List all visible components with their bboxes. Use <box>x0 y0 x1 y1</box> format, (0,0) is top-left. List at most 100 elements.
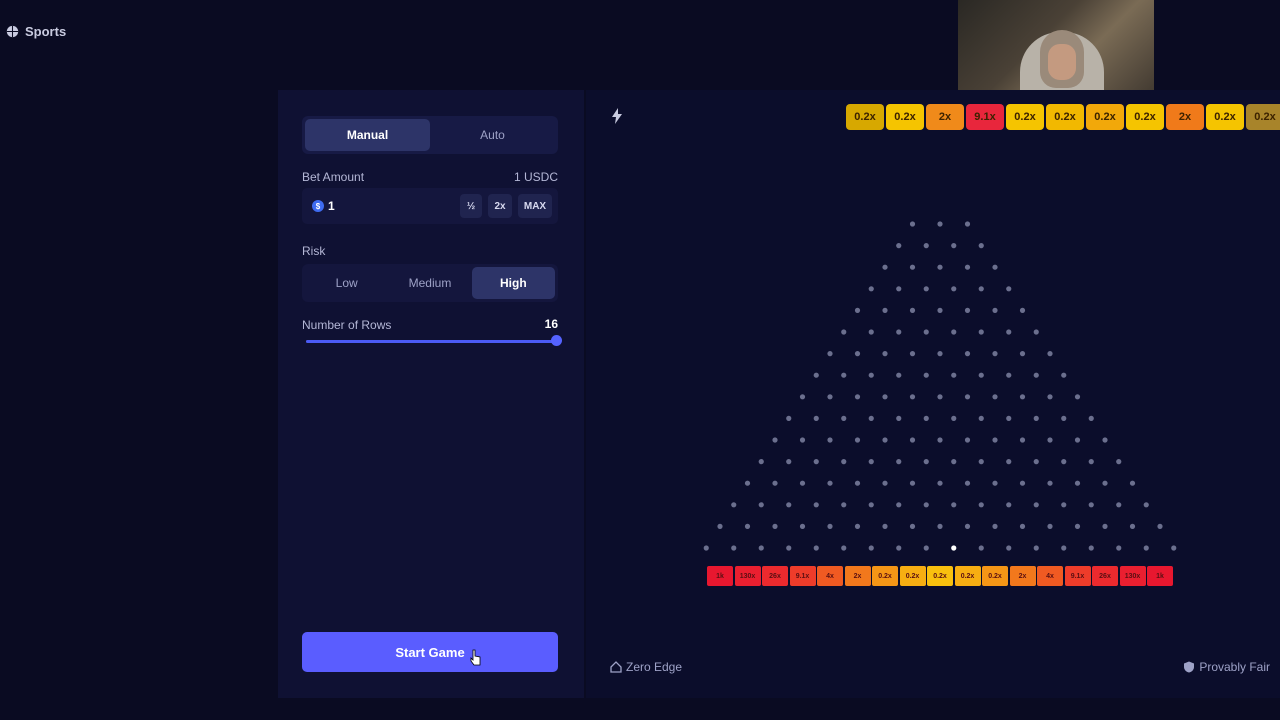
peg <box>1102 523 1108 529</box>
rows-label: Number of Rows <box>302 318 392 332</box>
multiplier-bucket: 1k <box>707 566 733 586</box>
multiplier-bucket: 0.2x <box>899 566 926 586</box>
peg <box>909 351 916 357</box>
peg <box>1061 459 1067 465</box>
peg <box>854 351 861 357</box>
peg <box>964 437 971 443</box>
risk-label: Risk <box>302 244 326 258</box>
peg <box>1143 502 1149 508</box>
peg <box>841 415 847 421</box>
peg <box>841 329 847 335</box>
peg <box>978 459 984 465</box>
bet-amount-field[interactable]: $ 1 ½ 2x MAX <box>302 188 558 224</box>
peg <box>813 502 819 508</box>
peg <box>841 372 847 378</box>
peg <box>1061 545 1067 551</box>
peg <box>882 437 888 443</box>
peg <box>868 329 874 335</box>
provably-fair-link[interactable]: Provably Fair <box>1183 660 1270 674</box>
peg <box>1129 523 1136 529</box>
peg <box>868 415 874 421</box>
bet-amount-value: 1 USDC <box>513 170 558 184</box>
peg <box>937 351 943 357</box>
peg <box>923 459 929 465</box>
peg <box>1116 502 1122 508</box>
peg <box>1006 415 1012 421</box>
peg <box>1074 523 1081 529</box>
peg <box>1019 480 1026 486</box>
peg <box>992 264 998 270</box>
peg <box>1019 523 1026 529</box>
peg <box>1074 394 1081 400</box>
zero-edge-link[interactable]: Zero Edge <box>610 660 682 674</box>
rows-slider-thumb[interactable] <box>551 335 562 346</box>
bet-amount-input[interactable]: 1 <box>328 199 454 213</box>
peg <box>1143 545 1149 551</box>
tab-auto[interactable]: Auto <box>430 119 555 151</box>
peg <box>964 221 971 227</box>
peg <box>937 264 943 270</box>
multiplier-bucket: 130x <box>1119 566 1146 586</box>
tab-manual[interactable]: Manual <box>305 119 430 151</box>
peg <box>909 437 916 443</box>
peg <box>731 545 737 551</box>
peg <box>868 286 874 292</box>
peg <box>1033 372 1039 378</box>
peg <box>992 480 998 486</box>
peg <box>896 502 902 508</box>
peg <box>1033 545 1039 551</box>
peg <box>978 372 984 378</box>
rows-value: 16 <box>544 317 558 331</box>
peg <box>841 459 847 465</box>
mouse-pointer-icon <box>470 649 481 666</box>
peg <box>744 523 751 529</box>
peg <box>1047 523 1053 529</box>
peg <box>1088 545 1094 551</box>
double-bet-button[interactable]: 2x <box>488 194 512 218</box>
risk-medium-option[interactable]: Medium <box>388 267 471 299</box>
max-bet-button[interactable]: MAX <box>518 194 552 218</box>
peg <box>799 480 806 486</box>
peg <box>1006 372 1012 378</box>
peg <box>841 502 847 508</box>
peg <box>1102 437 1108 443</box>
peg <box>964 480 971 486</box>
multiplier-bucket: 0.2x <box>954 566 981 586</box>
peg <box>1006 286 1012 292</box>
peg <box>978 243 984 249</box>
peg <box>909 394 916 400</box>
peg <box>909 307 916 313</box>
rows-slider[interactable] <box>306 335 562 346</box>
multiplier-bucket: 0.2x <box>927 566 953 586</box>
sports-nav[interactable]: Sports <box>6 24 66 39</box>
multiplier-bucket: 2x <box>844 566 871 586</box>
peg <box>827 351 833 357</box>
risk-high-option[interactable]: High <box>471 267 555 299</box>
rows-slider-fill <box>306 340 556 343</box>
sports-label: Sports <box>25 24 67 39</box>
peg <box>813 459 819 465</box>
peg <box>882 394 888 400</box>
peg <box>799 394 806 400</box>
peg <box>923 502 929 508</box>
controls-panel: Manual Auto Bet Amount 1 USDC $ 1 ½ 2x M… <box>278 90 584 698</box>
peg <box>827 437 833 443</box>
multiplier-bucket: 9.1x <box>1064 566 1091 586</box>
peg <box>1074 480 1081 486</box>
peg <box>827 394 833 400</box>
half-bet-button[interactable]: ½ <box>460 194 482 218</box>
risk-low-option[interactable]: Low <box>305 267 388 299</box>
peg <box>1019 307 1026 313</box>
peg <box>909 480 916 486</box>
start-game-button[interactable]: Start Game <box>302 632 558 672</box>
peg <box>882 523 888 529</box>
peg <box>1061 372 1067 378</box>
peg <box>1006 459 1012 465</box>
peg <box>799 523 806 529</box>
peg <box>896 286 902 292</box>
peg <box>882 307 888 313</box>
peg <box>923 372 929 378</box>
peg <box>1088 459 1094 465</box>
multiplier-bucket: 9.1x <box>789 566 816 586</box>
bet-amount-label: Bet Amount <box>302 170 365 184</box>
